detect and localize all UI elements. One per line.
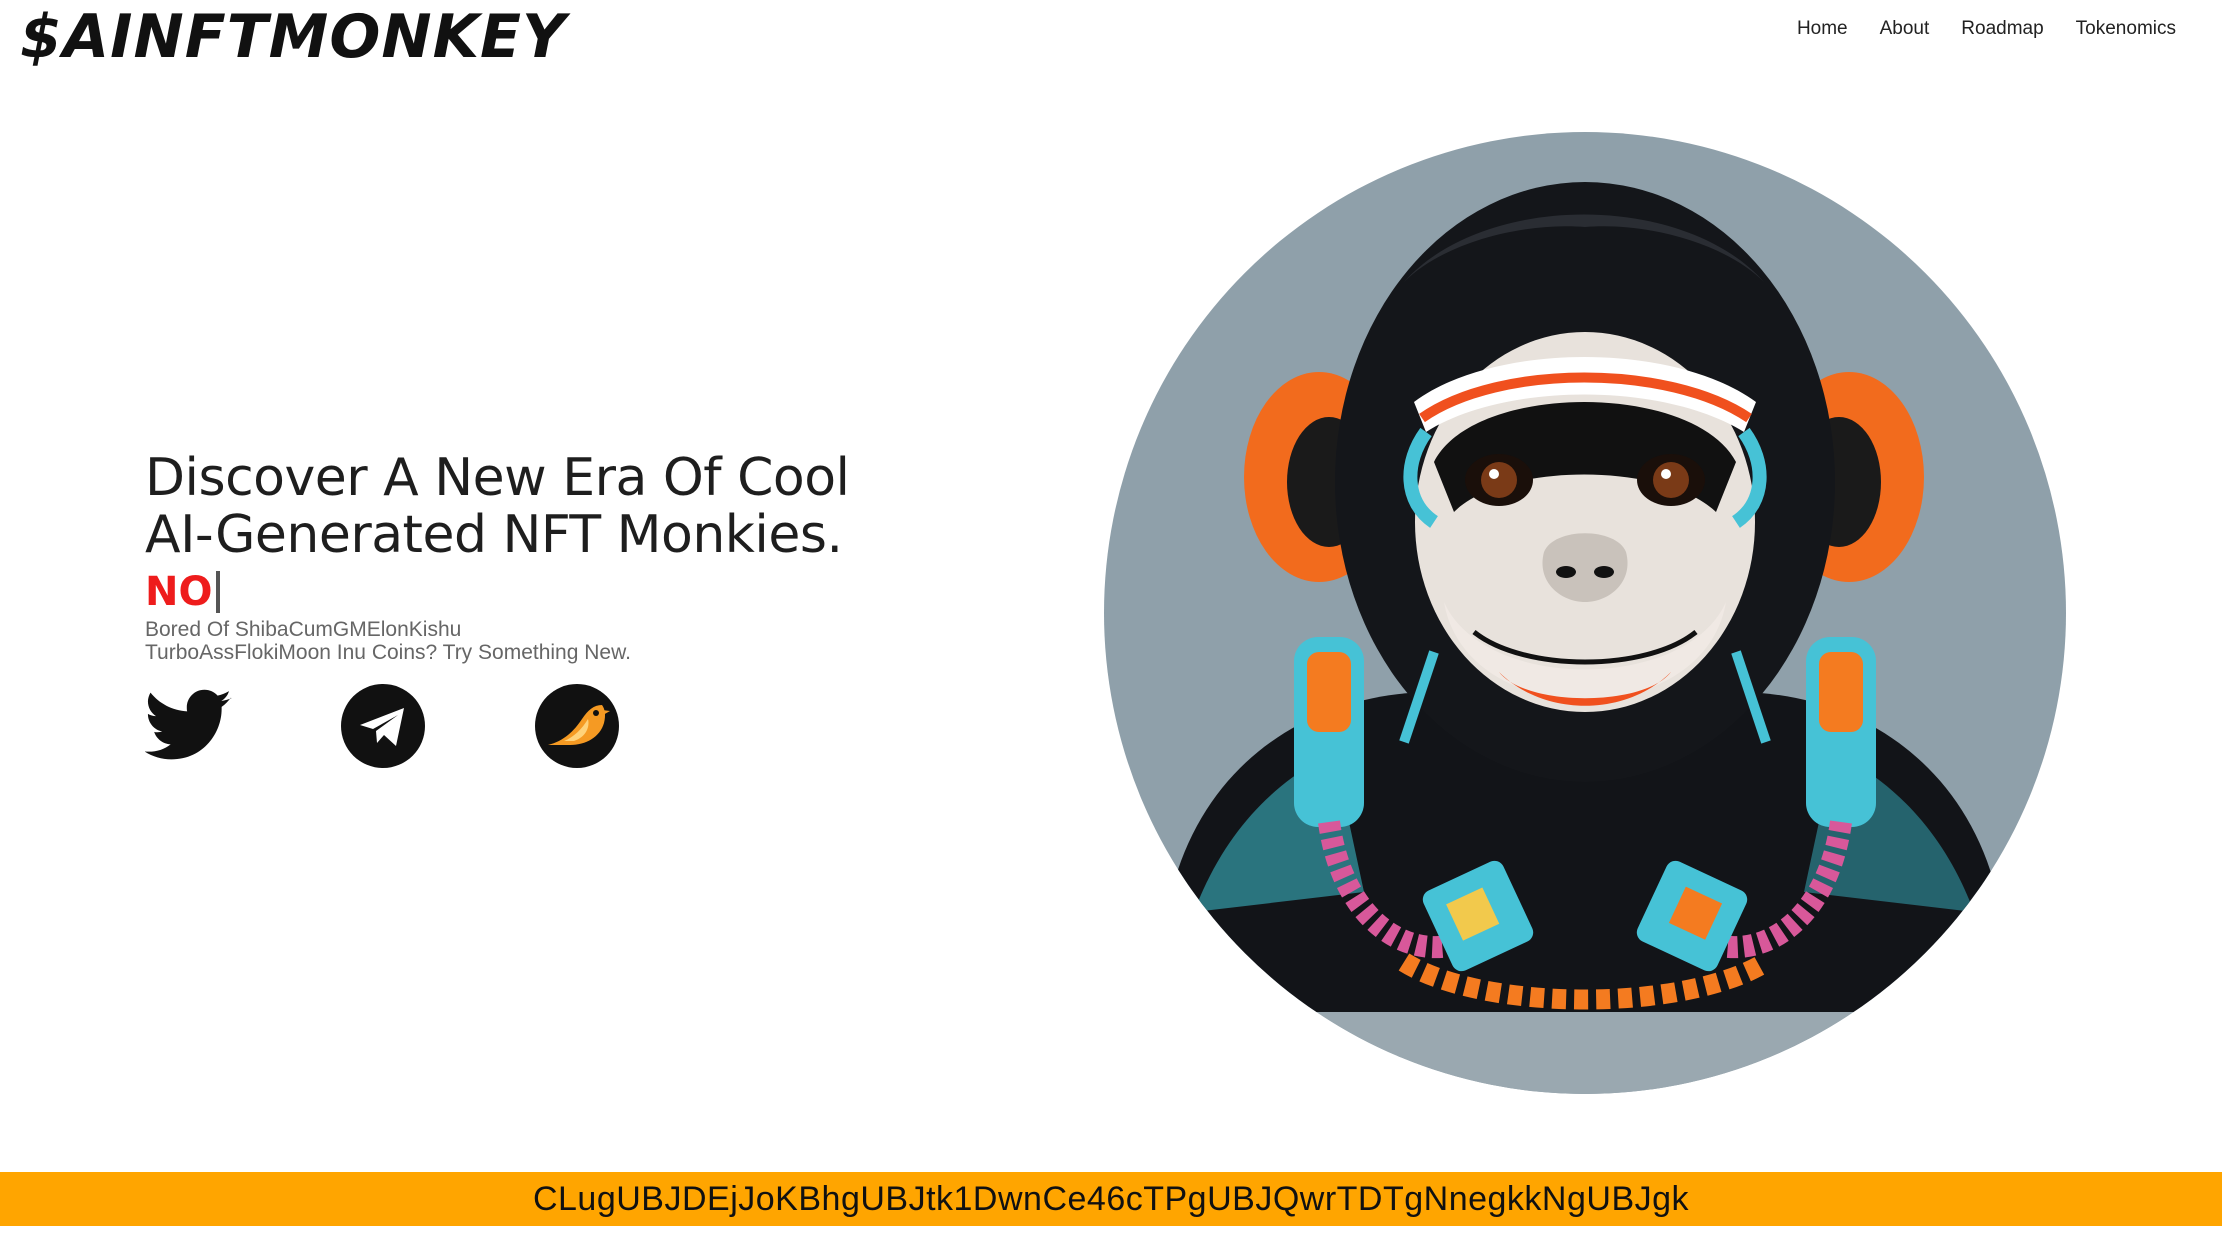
hero-section: Discover A New Era Of Cool AI-Generated … — [145, 450, 945, 665]
contract-address-bar[interactable]: CLugUBJDEjJoKBhgUBJtk1DwnCe46cTPgUBJQwrT… — [0, 1172, 2222, 1226]
typed-word: NO — [145, 569, 213, 615]
main-nav: Home About Roadmap Tokenomics — [1797, 18, 2176, 40]
nav-about[interactable]: About — [1880, 18, 1930, 40]
nav-roadmap[interactable]: Roadmap — [1961, 18, 2043, 40]
hero-tagline: Bored Of ShibaCumGMElonKishu TurboAssFlo… — [145, 618, 945, 664]
headline-line-2: AI-Generated NFT Monkies. — [145, 505, 843, 565]
telegram-link[interactable] — [339, 682, 427, 770]
contract-address[interactable]: CLugUBJDEjJoKBhgUBJtk1DwnCe46cTPgUBJQwrT… — [533, 1180, 1689, 1219]
page: $AINFTMONKEY Home About Roadmap Tokenomi… — [0, 0, 2222, 1247]
nav-tokenomics[interactable]: Tokenomics — [2076, 18, 2176, 40]
monkey-illustration — [1104, 132, 2066, 1094]
tagline-line-2: TurboAssFlokiMoon Inu Coins? Try Somethi… — [145, 641, 631, 664]
birdeye-icon — [535, 684, 619, 768]
tagline-line-1: Bored Of ShibaCumGMElonKishu — [145, 618, 462, 641]
twitter-link[interactable] — [145, 682, 233, 770]
telegram-icon — [341, 684, 425, 768]
nav-home[interactable]: Home — [1797, 18, 1848, 40]
social-links — [145, 682, 621, 770]
site-logo[interactable]: $AINFTMONKEY — [20, 2, 567, 72]
typed-text: NO — [145, 566, 945, 618]
typing-cursor — [216, 571, 221, 613]
twitter-icon — [145, 689, 232, 760]
hero-headline: Discover A New Era Of Cool AI-Generated … — [145, 450, 945, 564]
birdeye-link[interactable] — [533, 682, 621, 770]
headline-line-1: Discover A New Era Of Cool — [145, 448, 850, 508]
